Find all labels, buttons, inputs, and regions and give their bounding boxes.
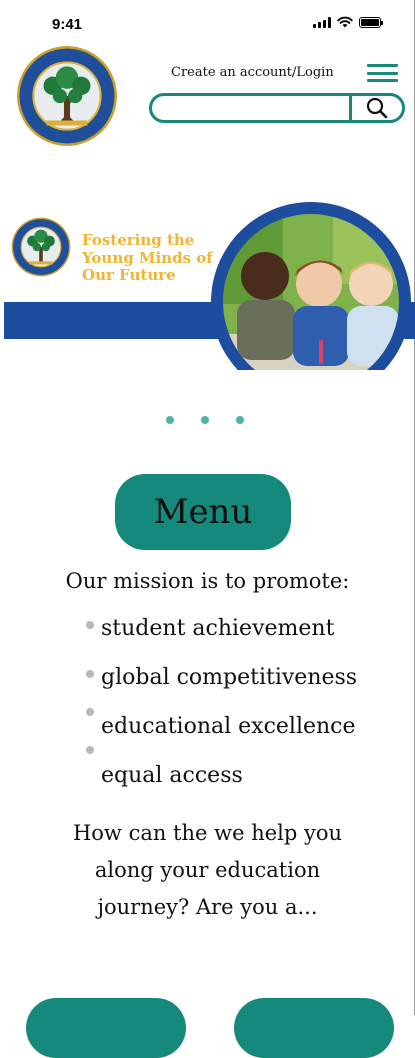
wifi-icon [337, 16, 353, 28]
list-item: educational excellence [86, 708, 357, 759]
list-item: student achievement [86, 612, 357, 661]
signal-icon [313, 16, 331, 28]
audience-button-left[interactable] [26, 998, 186, 1058]
hamburger-menu-icon[interactable] [367, 64, 398, 82]
carousel-dot[interactable] [236, 416, 244, 424]
battery-icon [359, 16, 383, 28]
hero-title: Fostering the Young Minds of Our Future [82, 231, 213, 284]
department-seal-small-logo [11, 217, 71, 277]
help-question-line: along your education [94, 858, 321, 882]
search-icon [366, 97, 388, 119]
menu-button[interactable]: Menu [115, 474, 291, 550]
bullet-icon [86, 708, 94, 716]
mission-title: Our mission is to promote: [65, 569, 350, 593]
search-input[interactable] [152, 96, 349, 120]
carousel-dot[interactable] [166, 416, 174, 424]
bullet-icon [86, 621, 94, 629]
audience-button-right[interactable] [234, 998, 394, 1058]
status-time: 9:41 [52, 16, 83, 33]
mission-item-text: educational excellence [101, 714, 356, 739]
bullet-icon [86, 670, 94, 678]
mission-list: student achievement global competitivene… [86, 612, 357, 808]
status-icons [313, 16, 383, 28]
mission-item-text: global competitiveness [101, 665, 358, 690]
carousel-dots [166, 416, 244, 424]
search-button[interactable] [349, 96, 402, 120]
hero-banner[interactable]: Fostering the Young Minds of Our Future [4, 200, 415, 370]
list-item: equal access [86, 746, 357, 808]
bullet-icon [86, 746, 94, 754]
carousel-dot[interactable] [201, 416, 209, 424]
help-question-line: journey? Are you a... [97, 895, 318, 919]
help-question: How can the we help you along your educa… [0, 815, 415, 926]
list-item: global competitiveness [86, 661, 357, 710]
help-question-line: How can the we help you [72, 821, 343, 845]
department-seal-logo[interactable] [16, 45, 118, 147]
mission-item-text: student achievement [101, 616, 335, 641]
create-account-login-link[interactable]: Create an account/Login [171, 65, 334, 80]
search-bar [149, 93, 405, 123]
mission-item-text: equal access [101, 763, 243, 788]
